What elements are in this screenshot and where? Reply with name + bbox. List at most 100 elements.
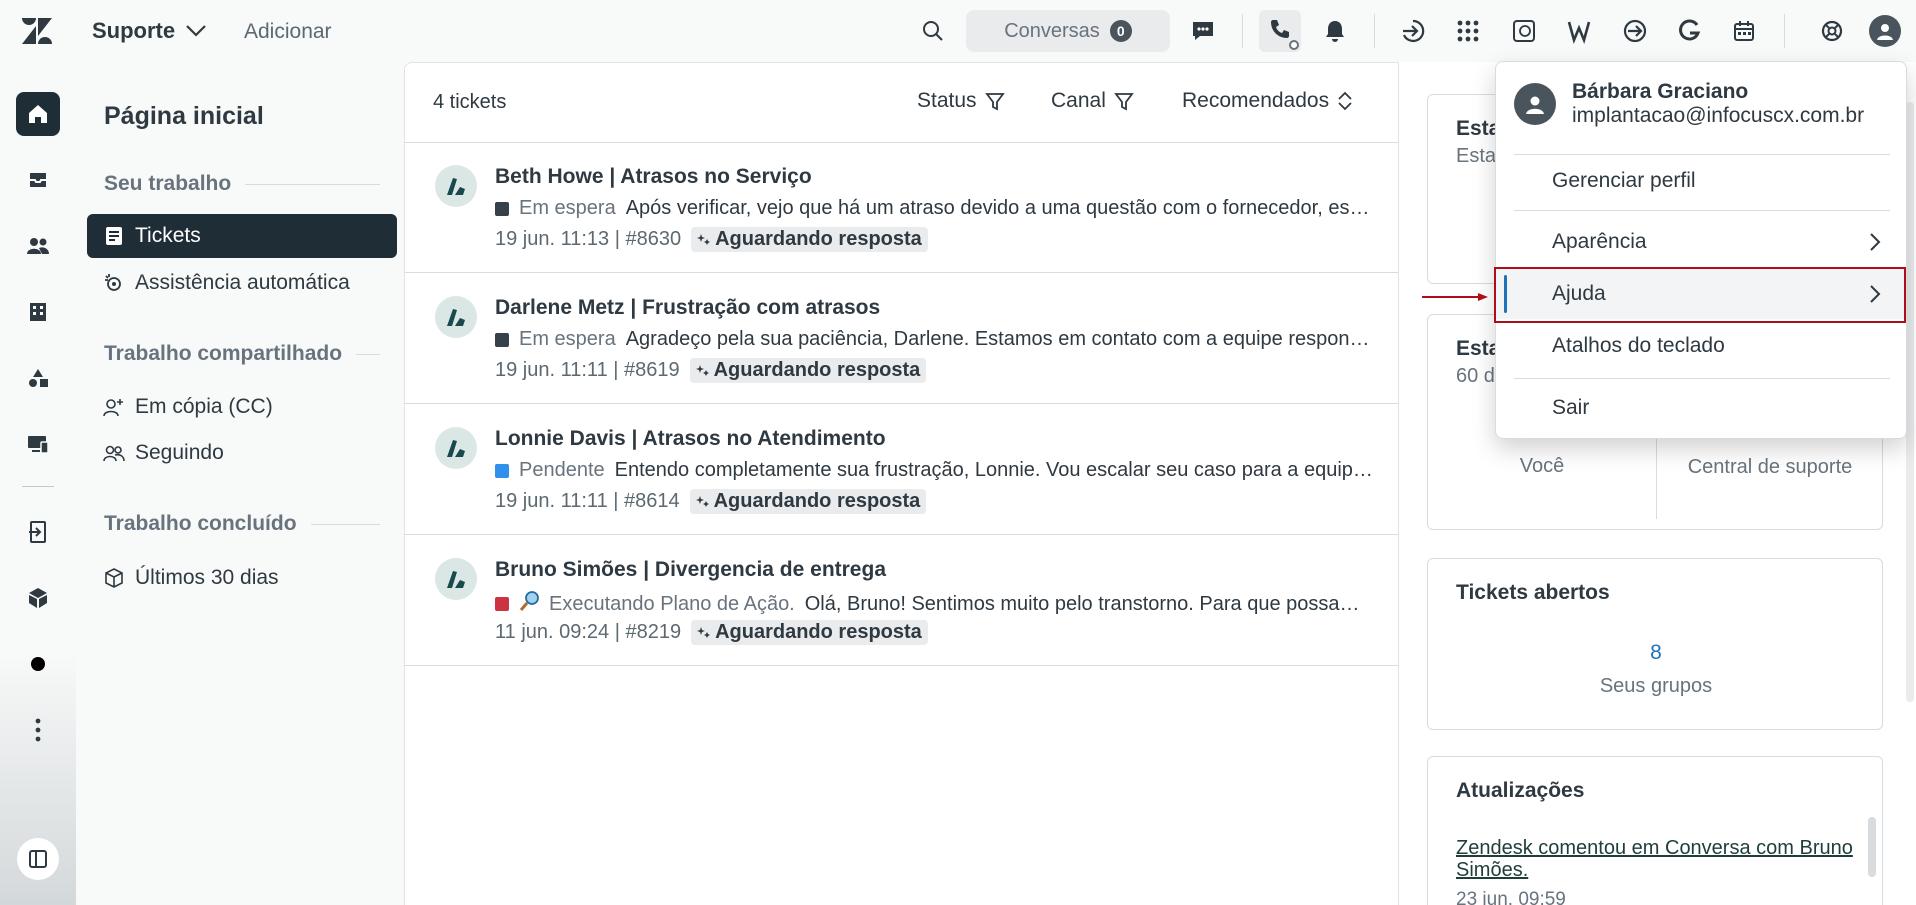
rail-shapes-button[interactable] — [16, 356, 60, 400]
status-square-icon — [495, 332, 509, 347]
nav-item-last-30-days[interactable]: Últimos 30 dias — [87, 556, 397, 600]
updates-card: Atualizações Zendesk comentou em Convers… — [1427, 756, 1883, 905]
update-link[interactable]: Zendesk comentou em Conversa com Bruno S… — [1456, 837, 1856, 881]
filter-icon — [1114, 93, 1134, 111]
menu-item-manage-profile[interactable]: Gerenciar perfil — [1496, 156, 1906, 206]
nav-item-following[interactable]: Seguindo — [87, 431, 397, 475]
g-app-icon[interactable] — [1673, 14, 1707, 48]
add-button[interactable]: Adicionar — [244, 20, 332, 44]
ticket-summary: Pendente Entendo completamente sua frust… — [495, 459, 1375, 482]
ticket-title[interactable]: Bruno Simões | Divergencia de entrega — [495, 558, 886, 582]
sparkle-icon — [695, 495, 709, 507]
ticket-row[interactable]: Darlene Metz | Frustração com atrasos Em… — [405, 274, 1399, 404]
ticket-row[interactable]: Bruno Simões | Divergencia de entrega Ex… — [405, 536, 1399, 666]
ticket-badge: Aguardando resposta — [691, 620, 928, 645]
home-icon — [29, 105, 47, 123]
rail-toggle-panel-button[interactable] — [17, 838, 59, 880]
ticket-title[interactable]: Beth Howe | Atrasos no Serviço — [495, 165, 812, 189]
ticket-title[interactable]: Lonnie Davis | Atrasos no Atendimento — [495, 427, 886, 451]
app-dots-grid-icon[interactable] — [1451, 14, 1485, 48]
nav-item-auto-assist[interactable]: Assistência automática — [87, 261, 397, 305]
chat-bubble-icon[interactable] — [1186, 14, 1220, 48]
ticket-badge: Aguardando resposta — [689, 358, 927, 383]
user-avatar-icon[interactable] — [1869, 15, 1901, 47]
card-subtitle: 60 d — [1456, 365, 1495, 387]
ticket-preview: Agradeço pela sua paciência, Darlene. Es… — [625, 328, 1375, 350]
product-switcher[interactable]: Suporte — [92, 18, 207, 44]
nav-item-label: Últimos 30 dias — [135, 566, 279, 589]
page-title: Página inicial — [104, 102, 264, 130]
rail-app-dot-button[interactable] — [16, 642, 60, 686]
app-arrow-right-icon[interactable] — [1618, 14, 1652, 48]
ticket-preview: Entendo completamente sua frustração, Lo… — [614, 459, 1375, 481]
user-plus-icon — [103, 396, 125, 418]
status-indicator — [1289, 40, 1299, 50]
building-icon — [30, 303, 46, 321]
ticket-row[interactable]: Lonnie Davis | Atrasos no Atendimento Pe… — [405, 405, 1399, 535]
sparkle-icon — [697, 233, 711, 245]
ticket-badge: Aguardando resposta — [691, 227, 928, 252]
menu-item-keyboard-shortcuts[interactable]: Atalhos do teclado — [1496, 321, 1906, 371]
status-square-icon — [495, 597, 509, 611]
open-tickets-card: Tickets abertos 8 Seus grupos — [1427, 558, 1883, 730]
sparkle-icon — [697, 626, 711, 638]
conversations-count-badge: 0 — [1109, 20, 1132, 42]
rail-inbox-button[interactable] — [16, 158, 60, 202]
stat-support-center: Central de suporte — [1656, 455, 1884, 479]
menu-item-label: Gerenciar perfil — [1552, 169, 1696, 192]
brand-avatar-icon — [435, 558, 477, 600]
status-filter-button[interactable]: Status — [917, 89, 1005, 113]
badge-label: Aguardando resposta — [713, 490, 921, 512]
ticket-meta: 11 jun. 09:24 | #8219 — [495, 621, 682, 643]
phone-button[interactable] — [1259, 10, 1301, 52]
ticket-preview: Após verificar, vejo que há um atraso de… — [625, 197, 1375, 219]
ticket-row[interactable]: Beth Howe | Atrasos no Serviço Em espera… — [405, 143, 1399, 273]
cube-icon — [29, 588, 47, 608]
conversations-button[interactable]: Conversas 0 — [966, 10, 1170, 52]
box-outline-icon — [103, 567, 125, 589]
bell-icon[interactable] — [1318, 14, 1352, 48]
w-app-icon[interactable] — [1562, 14, 1596, 48]
sort-button[interactable]: Recomendados — [1182, 89, 1353, 113]
app-arrow-circle-icon[interactable] — [1396, 14, 1430, 48]
help-lifebuoy-icon[interactable] — [1815, 14, 1849, 48]
ticket-preview: Olá, Bruno! Sentimos muito pelo transtor… — [804, 592, 1375, 615]
channel-filter-button[interactable]: Canal — [1051, 89, 1134, 113]
ticket-title[interactable]: Darlene Metz | Frustração com atrasos — [495, 296, 880, 320]
menu-item-label: Sair — [1552, 396, 1590, 419]
section-your-work: Seu trabalho — [104, 172, 380, 196]
updates-scrollbar[interactable] — [1868, 817, 1876, 877]
card-title: Tickets abertos — [1456, 581, 1610, 604]
stat-your-groups[interactable]: 8 Seus grupos — [1428, 641, 1884, 698]
search-icon[interactable] — [918, 16, 948, 46]
panel-scrollbar[interactable] — [1906, 102, 1914, 702]
rail-app-transfer-button[interactable] — [16, 510, 60, 554]
nav-item-label: Seguindo — [135, 441, 224, 464]
menu-item-logout[interactable]: Sair — [1496, 383, 1906, 433]
sidebar-toggle-icon — [29, 850, 47, 868]
nav-item-tickets[interactable]: Tickets — [87, 214, 397, 258]
calendar-icon[interactable] — [1727, 14, 1761, 48]
rail-app-box-button[interactable] — [16, 576, 60, 620]
whatsapp-app-icon[interactable] — [1507, 14, 1541, 48]
nav-item-cc[interactable]: Em cópia (CC) — [87, 385, 397, 429]
rail-workspaces-button[interactable] — [16, 422, 60, 466]
rail-more-button[interactable] — [16, 708, 60, 752]
card-title: Esta — [1456, 337, 1501, 360]
toolbar-divider — [1242, 14, 1243, 48]
ticket-list-header: 4 tickets Status Canal Recomendados — [405, 63, 1398, 143]
brand-avatar-icon — [435, 427, 477, 469]
rail-users-button[interactable] — [16, 224, 60, 268]
more-vertical-icon — [35, 718, 41, 742]
card-title: Atualizações — [1456, 779, 1585, 802]
rail-home-button[interactable] — [16, 92, 60, 136]
conversations-label: Conversas — [1004, 19, 1100, 42]
zendesk-logo-icon[interactable] — [22, 18, 52, 44]
stat-value[interactable]: 8 — [1428, 641, 1884, 665]
user-menu: Bárbara Graciano implantacao@infocuscx.c… — [1495, 61, 1907, 439]
rail-organizations-button[interactable] — [16, 290, 60, 334]
ticket-meta: 19 jun. 11:11 | #8614 — [495, 490, 680, 512]
inbox-icon — [30, 173, 46, 187]
ticket-meta-row: 11 jun. 09:24 | #8219 Aguardando respost… — [495, 620, 928, 645]
menu-item-appearance[interactable]: Aparência — [1496, 217, 1906, 267]
